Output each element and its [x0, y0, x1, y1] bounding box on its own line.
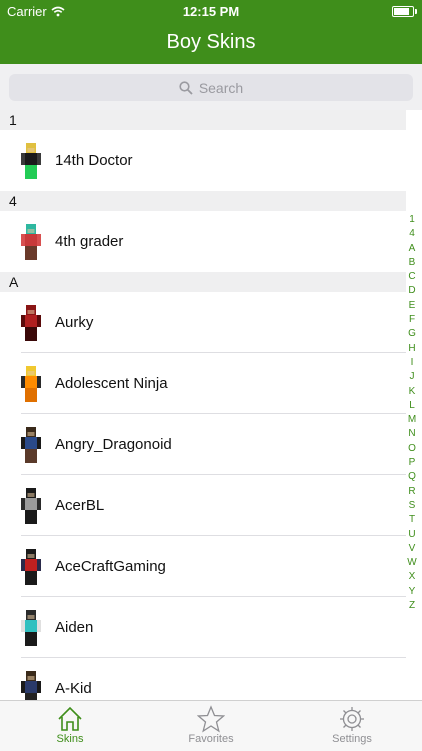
tab-skins[interactable]: Skins — [0, 705, 140, 745]
status-bar: Carrier 12:15 PM — [0, 0, 422, 22]
star-icon — [197, 705, 225, 733]
index-letter[interactable]: A — [409, 242, 416, 256]
skin-avatar — [21, 670, 41, 700]
search-input[interactable]: Search — [9, 74, 413, 101]
section-index[interactable]: 14ABCDEFGHIJKLMNOPQRSTUVWXYZ — [405, 213, 419, 613]
index-letter[interactable]: F — [409, 313, 415, 327]
list-item[interactable]: Aurky — [0, 292, 406, 353]
skin-name: Aurky — [55, 314, 94, 331]
index-letter[interactable]: E — [409, 299, 416, 313]
section-header: A — [0, 272, 406, 292]
tab-settings[interactable]: Settings — [282, 705, 422, 745]
index-letter[interactable]: N — [408, 427, 415, 441]
index-letter[interactable]: O — [408, 442, 416, 456]
index-letter[interactable]: I — [411, 356, 414, 370]
tab-settings-label: Settings — [332, 733, 372, 745]
index-letter[interactable]: V — [409, 542, 416, 556]
search-container: Search — [0, 64, 422, 110]
skin-list[interactable]: 1 14th Doctor 4 4th grader A Aurky Adolescent … — [0, 110, 406, 700]
search-icon — [179, 80, 193, 95]
index-letter[interactable]: J — [410, 370, 415, 384]
index-letter[interactable]: S — [409, 499, 416, 513]
tab-favorites[interactable]: Favorites — [141, 705, 281, 745]
skin-name: 14th Doctor — [55, 152, 133, 169]
list-item[interactable]: AcerBL — [0, 475, 406, 536]
skin-avatar — [21, 426, 41, 463]
skin-avatar — [21, 304, 41, 341]
skin-name: Aiden — [55, 619, 94, 636]
index-letter[interactable]: K — [409, 385, 416, 399]
section-header: 4 — [0, 191, 406, 211]
index-letter[interactable]: L — [409, 399, 415, 413]
tab-bar: Skins Favorites Settings — [0, 700, 422, 751]
skin-name: Adolescent Ninja — [55, 375, 168, 392]
index-letter[interactable]: B — [409, 256, 416, 270]
skin-name: Angry_Dragonoid — [55, 436, 172, 453]
navigation-bar: Boy Skins — [0, 22, 422, 64]
home-icon — [58, 706, 82, 731]
index-letter[interactable]: Y — [409, 585, 416, 599]
skin-avatar — [21, 142, 41, 179]
index-letter[interactable]: M — [408, 413, 416, 427]
list-item[interactable]: Aiden — [0, 597, 406, 658]
list-item[interactable]: A-Kid — [0, 658, 406, 700]
tab-skins-label: Skins — [56, 733, 84, 745]
index-letter[interactable]: 4 — [409, 227, 415, 241]
index-letter[interactable]: T — [409, 513, 415, 527]
list-item[interactable]: 14th Doctor — [0, 130, 406, 191]
index-letter[interactable]: D — [408, 284, 415, 298]
index-letter[interactable]: R — [408, 485, 415, 499]
skin-name: AceCraftGaming — [55, 558, 166, 575]
skin-avatar — [21, 365, 41, 402]
skin-avatar — [21, 487, 41, 524]
section-header: 1 — [0, 110, 406, 130]
gear-icon — [340, 707, 364, 731]
index-letter[interactable]: X — [409, 570, 416, 584]
index-letter[interactable]: H — [408, 342, 415, 356]
skin-avatar — [21, 223, 41, 260]
index-letter[interactable]: Z — [409, 599, 415, 613]
tab-favorites-label: Favorites — [188, 733, 234, 745]
index-letter[interactable]: G — [408, 327, 416, 341]
skin-name: A-Kid — [55, 680, 92, 697]
index-letter[interactable]: P — [409, 456, 416, 470]
list-item[interactable]: AceCraftGaming — [0, 536, 406, 597]
skin-name: 4th grader — [55, 233, 124, 250]
index-letter[interactable]: 1 — [409, 213, 415, 227]
status-time: 12:15 PM — [182, 4, 240, 19]
index-letter[interactable]: C — [408, 270, 415, 284]
index-letter[interactable]: W — [407, 556, 416, 570]
page-title: Boy Skins — [166, 31, 256, 53]
skin-avatar — [21, 609, 41, 646]
list-item[interactable]: 4th grader — [0, 211, 406, 272]
index-letter[interactable]: U — [408, 528, 415, 542]
search-placeholder: Search — [198, 79, 244, 96]
list-item[interactable]: Adolescent Ninja — [0, 353, 406, 414]
list-item[interactable]: Angry_Dragonoid — [0, 414, 406, 475]
battery-icon — [392, 6, 417, 17]
skin-avatar — [21, 548, 41, 585]
index-letter[interactable]: Q — [408, 470, 416, 484]
skin-name: AcerBL — [55, 497, 105, 514]
